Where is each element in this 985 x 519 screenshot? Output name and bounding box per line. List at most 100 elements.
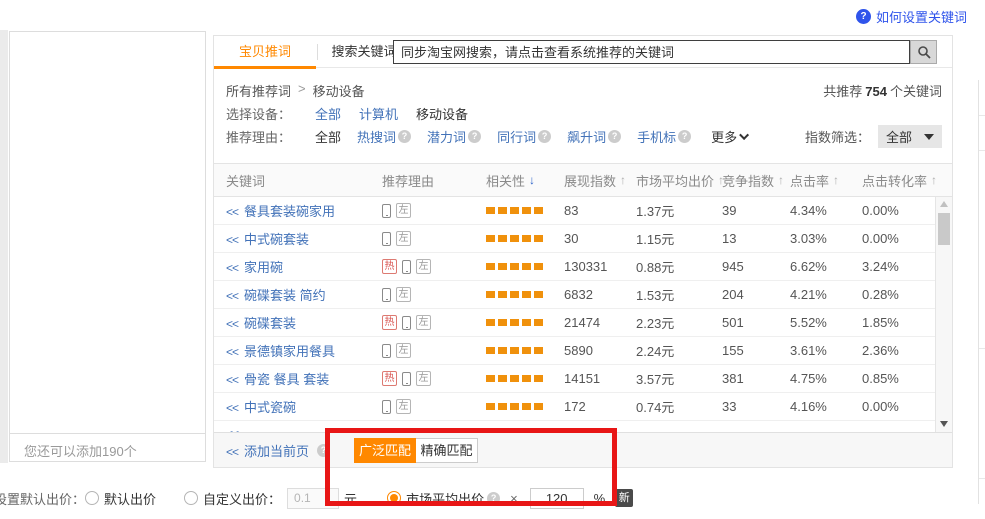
device-option-all[interactable]: 全部 [315,104,341,123]
relevance-bars [486,347,543,354]
chevron-down-icon [739,130,749,140]
column-header-competition[interactable]: 竞争指数↑ [714,171,782,190]
competition-value: 13 [714,231,782,246]
broad-match-button[interactable]: 广泛匹配 [354,438,416,463]
how-to-set-keywords-link[interactable]: ? 如何设置关键词 [856,7,967,26]
table-row: <<骨瓷 餐具 套装 热左 14151 3.57元 381 4.75% 0.85… [214,365,935,393]
tab-item-recommend-words[interactable]: 宝贝推词 [214,36,316,68]
help-question-icon[interactable]: ? [398,130,411,143]
custom-bid-input[interactable] [287,488,339,509]
default-bid-radio[interactable] [85,491,99,505]
help-question-icon[interactable]: ? [317,444,330,457]
summary-count: 754 [865,84,887,99]
column-header-cvr[interactable]: 点击转化率↑ [854,171,935,190]
hot-search-tag-icon: 热 [382,315,397,330]
search-button[interactable] [910,40,937,64]
custom-bid-radio[interactable] [184,491,198,505]
help-question-icon[interactable]: ? [487,492,500,505]
zuo-tag-icon: 左 [396,399,411,414]
hot-search-tag-icon: 热 [382,371,397,386]
keyword-link[interactable]: <<碗碟套装 简约 [226,288,326,303]
column-header-relevance[interactable]: 相关性↓ [478,171,556,190]
keyword-link[interactable]: <<中式碗套装 [226,232,309,247]
mobile-phone-icon [382,400,391,414]
cvr-value: 0.00% [854,203,935,218]
breadcrumb-parent[interactable]: 所有推荐词 [226,81,291,100]
help-question-icon[interactable]: ? [538,130,551,143]
scrollbar-thumb[interactable] [938,213,950,245]
market-avg-bid-label[interactable]: 市场平均出价 [406,489,484,508]
ctr-value: 3.61% [782,343,854,358]
impressions-value: 130331 [556,259,628,274]
keyword-link[interactable]: <<餐具套装碗家用 [226,204,335,219]
default-bid-option-label[interactable]: 默认出价 [104,489,156,508]
market-avg-bid-radio[interactable] [387,491,401,505]
column-header-reason[interactable]: 推荐理由 [374,171,478,190]
table-row: <<碗碟套装 简约 左 6832 1.53元 204 4.21% 0.28% [214,281,935,309]
add-current-page-link[interactable]: <<添加当前页 [226,441,309,460]
yuan-unit-label: 元 [344,489,357,508]
avg-price-value: 2.24元 [628,341,714,360]
default-bid-label: 设置默认出价： [0,489,85,508]
column-header-avg-price[interactable]: 市场平均出价↑ [628,171,714,190]
relevance-bars [486,403,543,410]
sort-asc-icon: ↑ [931,173,937,187]
impressions-value: 6832 [556,287,628,302]
left-gray-strip [0,30,8,463]
keyword-link[interactable]: <<碗碟套装 [226,316,296,331]
table-header-row: 关键词 推荐理由 相关性↓ 展现指数↑ 市场平均出价↑ 竞争指数↑ 点击率↑ 点… [214,163,952,197]
table-scrollbar[interactable] [935,197,952,432]
more-filters-button[interactable]: 更多 [711,127,749,146]
table-row: <<中式碗套装 左 30 1.15元 13 3.03% 0.00% [214,225,935,253]
reason-option-hot-search[interactable]: 热搜词 ? [357,127,411,146]
column-header-impressions[interactable]: 展现指数↑ [556,171,628,190]
avg-price-value: 0.74元 [628,397,714,416]
help-question-icon[interactable]: ? [608,130,621,143]
mobile-phone-icon [382,344,391,358]
avg-price-value: 1.15元 [628,229,714,248]
remaining-quota-note: 您还可以添加190个 [10,433,205,461]
reason-option-peer[interactable]: 同行词 ? [497,127,551,146]
relevance-bars [486,207,543,214]
keyword-link[interactable]: <<景德镇家用餐具 [226,344,335,359]
avg-price-value: 0.88元 [628,257,714,276]
reason-option-rising[interactable]: 飙升词 ? [567,127,621,146]
hot-search-tag-icon: 热 [382,259,397,274]
scroll-down-icon[interactable] [940,421,948,427]
ctr-value: 3.03% [782,231,854,246]
zuo-tag-icon: 左 [416,259,431,274]
ctr-value: 4.16% [782,399,854,414]
device-option-pc[interactable]: 计算机 [359,104,398,123]
zuo-tag-icon: 左 [416,315,431,330]
reason-option-mobile-tag[interactable]: 手机标 ? [637,127,691,146]
scroll-up-icon[interactable] [940,201,948,207]
keyword-link[interactable]: <<骨瓷 餐具 套装 [226,372,329,387]
keyword-link[interactable]: <<家用碗 [226,260,283,275]
dropdown-value: 全部 [886,127,912,146]
percent-value-input[interactable] [530,488,584,509]
reason-option-potential[interactable]: 潜力词 ? [427,127,481,146]
reason-option-all[interactable]: 全部 [315,127,341,146]
column-header-keyword[interactable]: 关键词 [214,171,374,190]
table-body: <<餐具套装碗家用 左 83 1.37元 39 4.34% 0.00% <<中式… [214,197,935,432]
avg-price-value: 1.53元 [628,285,714,304]
relevance-bars [486,235,543,242]
keyword-search-input[interactable] [393,40,910,64]
help-question-icon[interactable]: ? [678,130,691,143]
impressions-value: 14151 [556,371,628,386]
zuo-tag-icon: 左 [396,203,411,218]
help-question-icon[interactable]: ? [468,130,481,143]
mobile-phone-icon [402,316,411,330]
avg-price-value: 2.23元 [628,313,714,332]
keyword-link[interactable]: <<中式瓷碗 [226,400,296,415]
competition-value: 33 [714,399,782,414]
custom-bid-option-label[interactable]: 自定义出价： [203,489,281,508]
mobile-phone-icon [382,288,391,302]
impressions-value: 83 [556,203,628,218]
exact-match-button[interactable]: 精确匹配 [416,438,478,463]
device-option-mobile[interactable]: 移动设备 [416,104,468,123]
index-filter-dropdown[interactable]: 全部 [878,125,942,148]
zuo-tag-icon: 左 [416,371,431,386]
cvr-value: 0.85% [854,371,935,386]
column-header-ctr[interactable]: 点击率↑ [782,171,854,190]
